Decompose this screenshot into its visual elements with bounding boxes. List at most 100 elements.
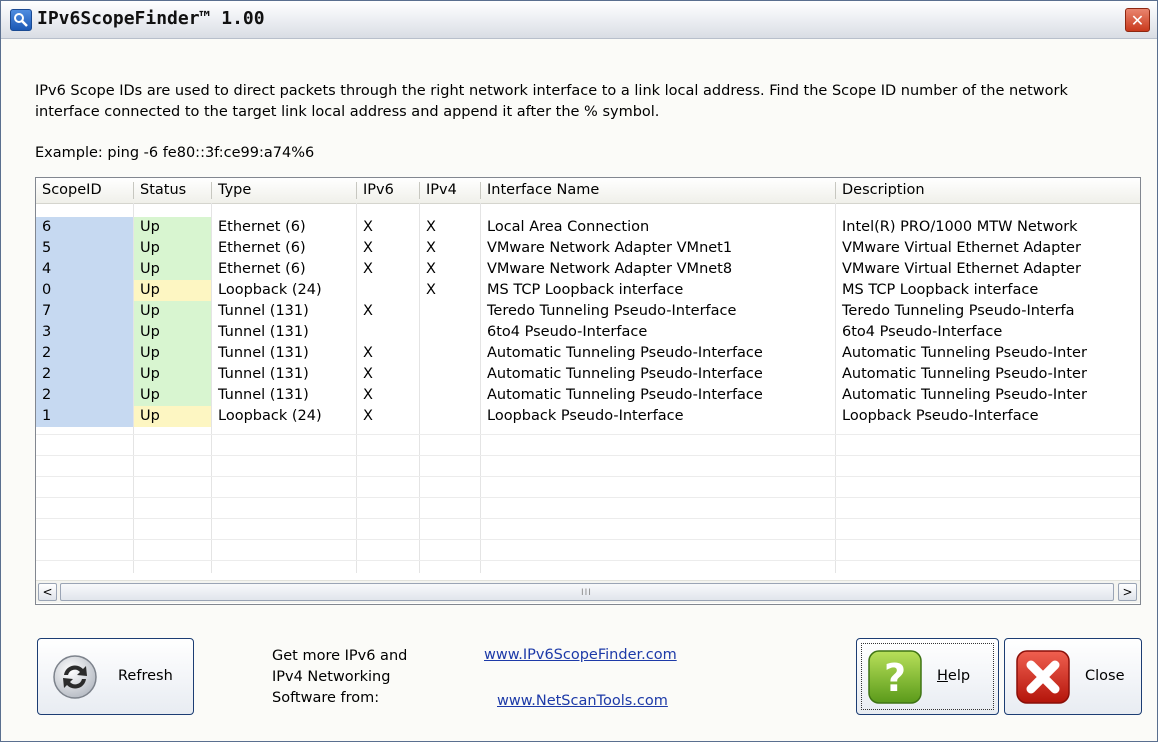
- cell-type: Ethernet (6): [218, 261, 306, 277]
- netscantools-link[interactable]: www.NetScanTools.com: [497, 693, 668, 709]
- cell-interface-name: VMware Network Adapter VMnet8: [487, 261, 733, 277]
- example-text: Example: ping -6 fe80::3f:ce99:a74%6: [35, 145, 315, 161]
- cell-status: Up: [134, 343, 211, 364]
- cell-interface-name: Automatic Tunneling Pseudo-Interface: [487, 387, 763, 403]
- cell-ipv4: [420, 301, 480, 322]
- column-header-description[interactable]: Description: [836, 178, 1140, 203]
- cell-ipv4: X: [426, 261, 436, 277]
- table-row[interactable]: 2 Up Tunnel (131) X Automatic Tunneling …: [36, 385, 1140, 406]
- cell-description: Automatic Tunneling Pseudo-Inter: [842, 345, 1087, 361]
- cell-scopeid: 5: [36, 238, 133, 259]
- cell-status: Up: [134, 301, 211, 322]
- promo-text: Get more IPv6 and IPv4 Networking Softwa…: [272, 646, 407, 709]
- grid-line: [36, 539, 1140, 540]
- cell-scopeid: 1: [36, 406, 133, 427]
- table-row[interactable]: 0 Up Loopback (24) X MS TCP Loopback int…: [36, 280, 1140, 301]
- promo-line: IPv4 Networking: [272, 669, 391, 685]
- cell-scopeid: 6: [36, 217, 133, 238]
- table-row[interactable]: 4 Up Ethernet (6) X X VMware Network Ada…: [36, 259, 1140, 280]
- promo-line: Get more IPv6 and: [272, 648, 408, 664]
- cell-ipv4: X: [426, 282, 436, 298]
- svg-text:?: ?: [884, 656, 906, 700]
- cell-status: Up: [134, 385, 211, 406]
- cell-ipv4: [420, 385, 480, 406]
- grip-icon: III: [581, 588, 592, 598]
- table-row[interactable]: 5 Up Ethernet (6) X X VMware Network Ada…: [36, 238, 1140, 259]
- cell-scopeid: 4: [36, 259, 133, 280]
- cell-description: Loopback Pseudo-Interface: [842, 408, 1039, 424]
- cell-status: Up: [134, 322, 211, 343]
- cell-type: Tunnel (131): [218, 366, 309, 382]
- grid-line: [36, 560, 1140, 561]
- close-button[interactable]: Close: [1004, 638, 1142, 715]
- scroll-right-button[interactable]: >: [1118, 583, 1137, 601]
- cell-interface-name: Teredo Tunneling Pseudo-Interface: [487, 303, 737, 319]
- cell-interface-name: Automatic Tunneling Pseudo-Interface: [487, 345, 763, 361]
- column-header-interface-name[interactable]: Interface Name: [481, 178, 835, 203]
- grid-line: [36, 497, 1140, 498]
- cell-description: 6to4 Pseudo-Interface: [842, 324, 1003, 340]
- cell-ipv6: X: [363, 303, 373, 319]
- cell-scopeid: 0: [36, 280, 133, 301]
- cell-ipv6: X: [363, 366, 373, 382]
- cell-description: VMware Virtual Ethernet Adapter: [842, 261, 1081, 277]
- column-header-ipv4[interactable]: IPv4: [420, 178, 480, 203]
- cell-scopeid: 3: [36, 322, 133, 343]
- cell-ipv4: [420, 322, 480, 343]
- grid-line: [36, 434, 1140, 435]
- help-label: Help: [937, 668, 970, 684]
- cell-ipv6: X: [363, 240, 373, 256]
- question-icon: ?: [868, 650, 922, 704]
- grid-line: [36, 476, 1140, 477]
- cell-type: Tunnel (131): [218, 345, 309, 361]
- window-close-button[interactable]: ✕: [1125, 8, 1150, 32]
- cell-type: Loopback (24): [218, 282, 322, 298]
- refresh-button[interactable]: Refresh: [37, 638, 194, 715]
- ipv6scopefinder-link[interactable]: www.IPv6ScopeFinder.com: [484, 647, 677, 663]
- column-header-status[interactable]: Status: [134, 178, 210, 203]
- cell-type: Tunnel (131): [218, 303, 309, 319]
- help-accelerator: H: [937, 668, 948, 684]
- column-header-type[interactable]: Type: [212, 178, 356, 203]
- cell-type: Tunnel (131): [218, 324, 309, 340]
- grid-line: [36, 455, 1140, 456]
- cell-interface-name: Loopback Pseudo-Interface: [487, 408, 684, 424]
- column-header-scopeid[interactable]: ScopeID: [36, 178, 133, 203]
- refresh-icon: [53, 655, 97, 699]
- cell-scopeid: 7: [36, 301, 133, 322]
- window-title: IPv6ScopeFinder™ 1.00: [37, 8, 265, 29]
- table-row[interactable]: 2 Up Tunnel (131) X Automatic Tunneling …: [36, 364, 1140, 385]
- cell-interface-name: Automatic Tunneling Pseudo-Interface: [487, 366, 763, 382]
- cell-description: Teredo Tunneling Pseudo-Interfa: [842, 303, 1075, 319]
- cell-type: Tunnel (131): [218, 387, 309, 403]
- cell-interface-name: VMware Network Adapter VMnet1: [487, 240, 733, 256]
- table-row[interactable]: 7 Up Tunnel (131) X Teredo Tunneling Pse…: [36, 301, 1140, 322]
- interface-table[interactable]: ScopeID Status Type IPv6 IPv4 Interface …: [35, 177, 1141, 605]
- scroll-left-button[interactable]: <: [38, 583, 57, 601]
- cell-type: Loopback (24): [218, 408, 322, 424]
- cell-description: VMware Virtual Ethernet Adapter: [842, 240, 1081, 256]
- table-row[interactable]: 6 Up Ethernet (6) X X Local Area Connect…: [36, 217, 1140, 238]
- cell-status: Up: [134, 280, 211, 301]
- cell-status: Up: [134, 238, 211, 259]
- table-row[interactable]: 2 Up Tunnel (131) X Automatic Tunneling …: [36, 343, 1140, 364]
- cell-ipv6: [357, 322, 419, 343]
- cell-ipv6: X: [363, 408, 373, 424]
- horizontal-scrollbar[interactable]: < III >: [36, 580, 1140, 603]
- scroll-thumb[interactable]: III: [60, 583, 1114, 601]
- cell-ipv4: [420, 343, 480, 364]
- help-button[interactable]: ? Help: [856, 638, 999, 715]
- title-bar: IPv6ScopeFinder™ 1.00 ✕: [1, 1, 1157, 39]
- cell-ipv4: [420, 406, 480, 427]
- magnifier-icon: [10, 9, 32, 31]
- cell-status: Up: [134, 406, 211, 427]
- column-header-ipv6[interactable]: IPv6: [357, 178, 419, 203]
- cell-ipv6: X: [363, 261, 373, 277]
- table-row[interactable]: 1 Up Loopback (24) X Loopback Pseudo-Int…: [36, 406, 1140, 427]
- app-window: IPv6ScopeFinder™ 1.00 ✕ IPv6 Scope IDs a…: [0, 0, 1158, 742]
- close-x-icon: [1016, 650, 1070, 704]
- table-row[interactable]: 3 Up Tunnel (131) 6to4 Pseudo-Interface …: [36, 322, 1140, 343]
- cell-description: Automatic Tunneling Pseudo-Inter: [842, 387, 1087, 403]
- cell-scopeid: 2: [36, 385, 133, 406]
- cell-description: MS TCP Loopback interface: [842, 282, 1039, 298]
